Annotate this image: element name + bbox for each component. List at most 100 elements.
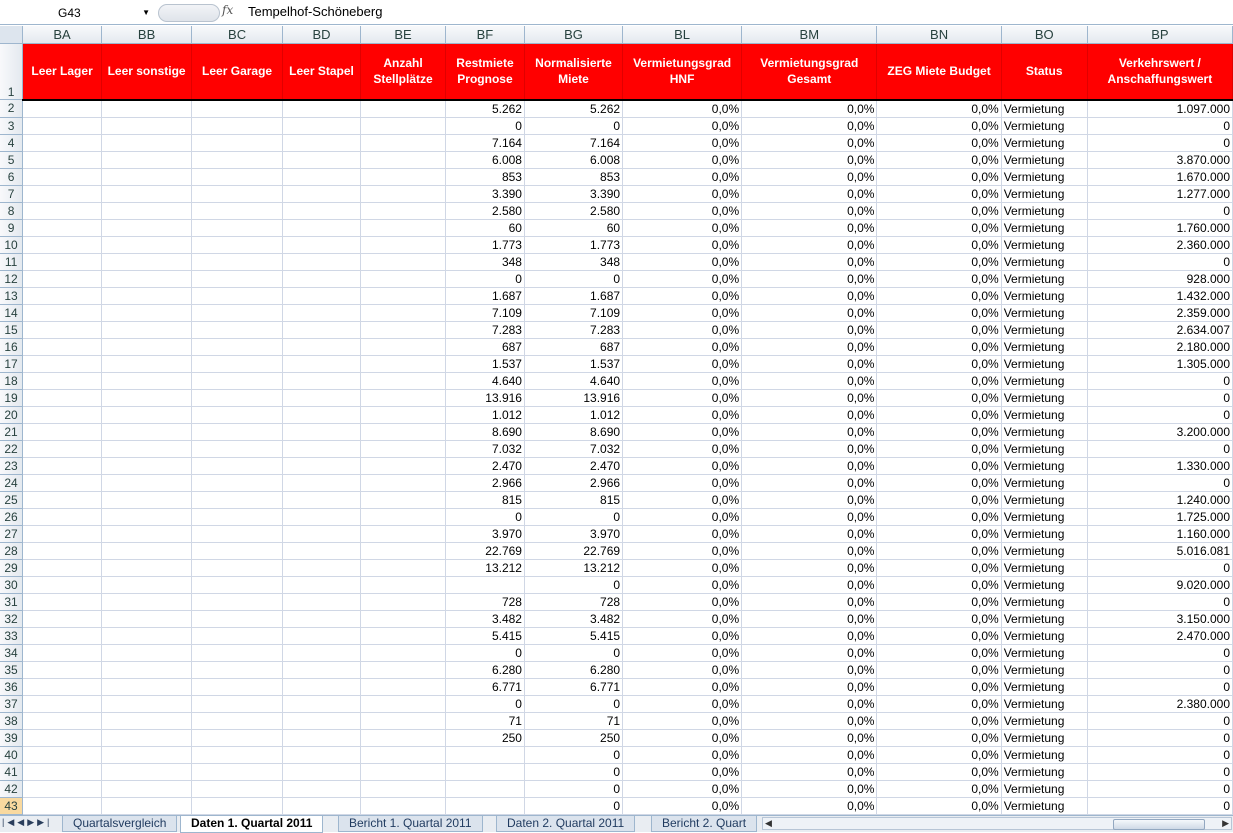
cell-bb[interactable] [101,202,193,220]
sheet-tab[interactable]: Daten 1. Quartal 2011 [180,816,324,833]
cell-bf[interactable] [445,746,525,764]
cell-bl[interactable]: 0,0% [622,236,743,254]
cell-bg[interactable]: 7.164 [524,134,624,152]
cell-bc[interactable] [191,746,283,764]
cell-bm[interactable]: 0,0% [741,661,878,679]
cell-bm[interactable]: 0,0% [741,763,878,781]
cell-bm[interactable]: 0,0% [741,780,878,798]
cell-bf[interactable]: 1.537 [445,355,525,373]
cell-ba[interactable] [22,287,103,305]
cell-bc[interactable] [191,508,283,526]
cell-bo[interactable]: Vermietung [1001,542,1088,560]
cell-ba[interactable] [22,610,103,628]
cell-bp[interactable]: 0 [1087,763,1233,781]
row-number[interactable]: 26 [0,508,24,526]
cell-bo[interactable]: Vermietung [1001,508,1088,526]
cell-bd[interactable] [282,287,362,305]
cell-bo[interactable]: Vermietung [1001,423,1088,441]
cell-bl[interactable]: 0,0% [622,151,743,169]
cell-bn[interactable]: 0,0% [876,202,1002,220]
cell-bg[interactable]: 0 [524,695,624,713]
select-all-corner[interactable] [0,26,24,44]
row-number[interactable]: 3 [0,117,24,135]
cell-bc[interactable] [191,389,283,407]
cell-be[interactable] [360,542,446,560]
cell-bn[interactable]: 0,0% [876,304,1002,322]
cell-bb[interactable] [101,559,193,577]
cell-bg[interactable]: 5.262 [524,99,624,118]
cell-bd[interactable] [282,338,362,356]
cell-bg[interactable]: 13.212 [524,559,624,577]
cell-bf[interactable]: 3.482 [445,610,525,628]
row-number[interactable]: 29 [0,559,24,577]
cell-be[interactable] [360,372,446,390]
cell-bl[interactable]: 0,0% [622,117,743,135]
row-number[interactable]: 28 [0,542,24,560]
cell-bm[interactable]: 0,0% [741,389,878,407]
cell-bg[interactable]: 4.640 [524,372,624,390]
cell-bd[interactable] [282,542,362,560]
cell-bg[interactable]: 6.771 [524,678,624,696]
cell-ba[interactable] [22,627,103,645]
cell-ba[interactable] [22,338,103,356]
cell-bp[interactable]: 0 [1087,253,1233,271]
cell-ba[interactable] [22,99,103,118]
cell-bb[interactable] [101,644,193,662]
cell-bn[interactable]: 0,0% [876,440,1002,458]
cell-bn[interactable]: 0,0% [876,406,1002,424]
row-number[interactable]: 13 [0,287,24,305]
cell-bn[interactable]: 0,0% [876,372,1002,390]
cell-bg[interactable]: 853 [524,168,624,186]
cell-bg[interactable]: 3.390 [524,185,624,203]
cell-ba[interactable] [22,525,103,543]
row-number[interactable]: 12 [0,270,24,288]
cell-bf[interactable]: 3.390 [445,185,525,203]
cell-bb[interactable] [101,763,193,781]
cell-bd[interactable] [282,797,362,815]
cell-bp[interactable]: 2.470.000 [1087,627,1233,645]
cell-ba[interactable] [22,508,103,526]
cell-be[interactable] [360,644,446,662]
cell-bo[interactable]: Vermietung [1001,746,1088,764]
cell-bp[interactable]: 1.330.000 [1087,457,1233,475]
cell-bg[interactable]: 7.109 [524,304,624,322]
cell-bd[interactable] [282,729,362,747]
cell-bf[interactable]: 0 [445,644,525,662]
cell-bb[interactable] [101,117,193,135]
cell-bm[interactable]: 0,0% [741,576,878,594]
cell-bm[interactable]: 0,0% [741,168,878,186]
header-cell-bp[interactable]: Verkehrswert / Anschaffungswert [1087,43,1233,101]
cell-ba[interactable] [22,746,103,764]
cell-bb[interactable] [101,712,193,730]
cell-bl[interactable]: 0,0% [622,219,743,237]
cell-bp[interactable]: 0 [1087,389,1233,407]
cell-be[interactable] [360,559,446,577]
cell-bf[interactable]: 7.032 [445,440,525,458]
cell-bb[interactable] [101,678,193,696]
cell-be[interactable] [360,474,446,492]
cell-bp[interactable]: 1.277.000 [1087,185,1233,203]
cell-ba[interactable] [22,253,103,271]
cell-bd[interactable] [282,593,362,611]
cell-bf[interactable]: 1.773 [445,236,525,254]
cell-bb[interactable] [101,474,193,492]
cell-be[interactable] [360,406,446,424]
cell-bp[interactable]: 0 [1087,202,1233,220]
cell-ba[interactable] [22,321,103,339]
cell-bc[interactable] [191,270,283,288]
header-cell-bn[interactable]: ZEG Miete Budget [876,43,1002,101]
cell-bb[interactable] [101,253,193,271]
cell-bg[interactable]: 13.916 [524,389,624,407]
cell-bm[interactable]: 0,0% [741,542,878,560]
cell-bf[interactable]: 2.470 [445,457,525,475]
cell-ba[interactable] [22,389,103,407]
cell-bc[interactable] [191,491,283,509]
cell-ba[interactable] [22,695,103,713]
cell-bm[interactable]: 0,0% [741,304,878,322]
scrollbar-thumb[interactable] [1113,819,1205,830]
cell-bf[interactable]: 2.966 [445,474,525,492]
cell-bf[interactable]: 60 [445,219,525,237]
cell-bm[interactable]: 0,0% [741,559,878,577]
row-number[interactable]: 43 [0,797,24,815]
cell-bg[interactable]: 71 [524,712,624,730]
